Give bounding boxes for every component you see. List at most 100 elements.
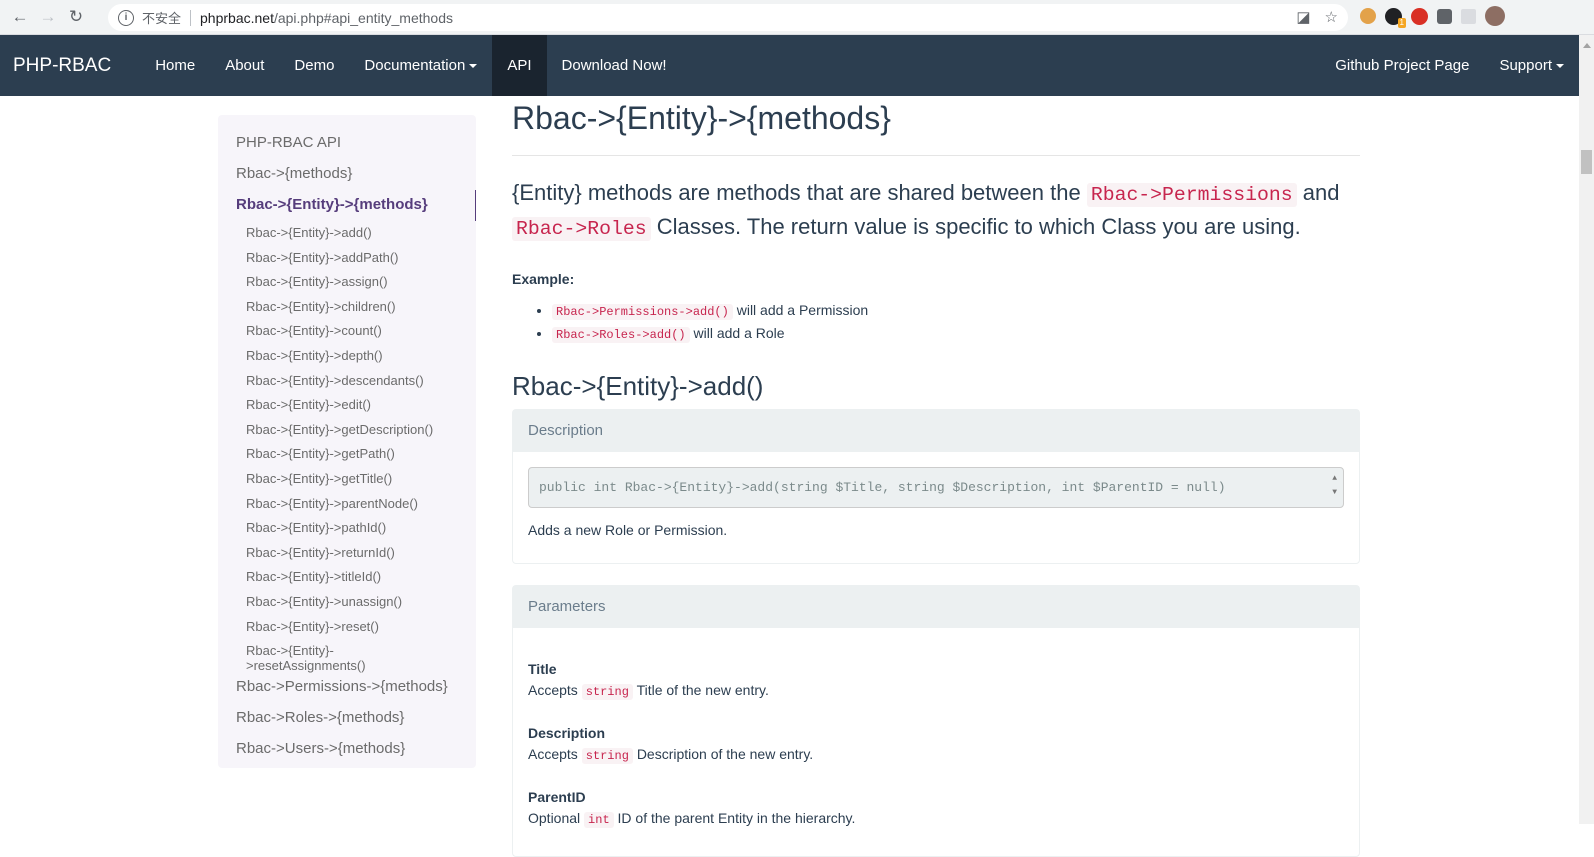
page-scrollbar[interactable] [1579,35,1594,824]
sidebar-subitem[interactable]: Rbac->{Entity}->addPath() [218,246,476,271]
sidebar-subitem[interactable]: Rbac->{Entity}->pathId() [218,516,476,541]
panel-body: public int Rbac->{Entity}->add(string $T… [513,452,1359,563]
signature-code-block[interactable]: public int Rbac->{Entity}->add(string $T… [528,467,1344,508]
avatar[interactable] [1485,6,1505,26]
bookmark-star-icon[interactable]: ☆ [1325,8,1338,26]
sidebar-subitem[interactable]: Rbac->{Entity}->children() [218,295,476,320]
intro-text: Classes. The return value is specific to… [656,214,1301,239]
sidebar-subitem[interactable]: Rbac->{Entity}->getPath() [218,442,476,467]
divider [190,9,192,26]
panel-body: Title Accepts string Title of the new en… [513,628,1359,856]
site-navbar: PHP-RBAC Home About Demo Documentation A… [0,35,1579,96]
sidebar-subitem[interactable]: Rbac->{Entity}->getDescription() [218,418,476,443]
inline-code: Rbac->Permissions->add() [552,304,733,320]
sidebar-subitem[interactable]: Rbac->{Entity}->titleId() [218,565,476,590]
info-icon[interactable]: i [118,9,134,26]
description-text: Adds a new Role or Permission. [528,522,728,538]
sidebar-item-permissions[interactable]: Rbac->Permissions->{methods} [218,672,476,703]
cookie-extension-icon[interactable] [1360,8,1376,24]
sidebar-subitem[interactable]: Rbac->{Entity}->descendants() [218,369,476,394]
nav-demo[interactable]: Demo [279,35,349,96]
reload-icon[interactable]: ↻ [62,3,90,31]
parameter-entry: Description Accepts string Description o… [528,723,1344,767]
sidebar-subitem[interactable]: Rbac->{Entity}->returnId() [218,541,476,566]
main-content: Rbac->{Entity}->{methods} {Entity} metho… [512,96,1360,857]
sidebar-subitem[interactable]: Rbac->{Entity}->depth() [218,344,476,369]
nav-github[interactable]: Github Project Page [1320,35,1484,96]
caret-down-icon [469,63,478,68]
sidebar-subitem[interactable]: Rbac->{Entity}->count() [218,319,476,344]
sidebar-item-roles[interactable]: Rbac->Roles->{methods} [218,703,476,734]
parameter-prefix: Accepts [528,682,578,698]
grid-extension-icon[interactable] [1461,8,1476,24]
panel-heading: Description [513,410,1359,452]
parameters-panel: Parameters Title Accepts string Title of… [512,585,1360,857]
sidebar-subitem[interactable]: Rbac->{Entity}->unassign() [218,590,476,615]
browser-toolbar: ← → ↻ i 不安全 phprbac.net/api.php#api_enti… [0,0,1594,35]
scrollbar-thumb[interactable] [1581,150,1592,174]
section-title: Rbac->{Entity}->add() [512,371,764,401]
intro-text: and [1302,180,1340,205]
intro-paragraph: {Entity} methods are methods that are sh… [512,177,1360,245]
address-bar[interactable]: i 不安全 phprbac.net/api.php#api_entity_met… [108,4,1348,31]
parameter-name: Description [528,725,606,741]
example-label: Example: [512,271,575,287]
parameter-text: Description of the new entry. [636,746,814,762]
parameter-type: string [581,684,633,700]
nav-support-label: Support [1499,57,1552,74]
parameter-type: int [584,812,614,828]
example-list: Rbac->Permissions->add() will add a Perm… [512,300,1360,346]
description-panel: Description public int Rbac->{Entity}->a… [512,409,1360,564]
url-host: phprbac.net [200,9,274,26]
sidebar-subitem[interactable]: Rbac->{Entity}->resetAssignments() [218,639,476,673]
shield-extension-icon[interactable] [1437,8,1452,24]
intro-text: {Entity} methods are methods that are sh… [512,180,1081,205]
nav-api[interactable]: API [492,35,547,96]
nav-about[interactable]: About [210,35,279,96]
api-sidebar: PHP-RBAC API Rbac->{methods} Rbac->{Enti… [218,115,476,768]
nav-documentation-label: Documentation [364,57,466,74]
back-arrow-icon[interactable]: ← [6,3,34,31]
sidebar-item-entity-methods[interactable]: Rbac->{Entity}->{methods} [218,190,476,221]
parameter-name: Title [528,661,557,677]
sidebar-item-methods[interactable]: Rbac->{methods} [218,159,476,190]
adblock-extension-icon[interactable] [1411,7,1428,25]
nav-home[interactable]: Home [140,35,210,96]
parameter-entry: Title Accepts string Title of the new en… [528,659,1344,703]
parameter-prefix: Accepts [528,746,578,762]
nav-support[interactable]: Support [1484,35,1579,96]
panel-heading: Parameters [513,586,1359,628]
sidebar-item-users[interactable]: Rbac->Users->{methods} [218,734,476,765]
inline-code: Rbac->Roles [512,217,651,241]
list-item: Rbac->Permissions->add() will add a Perm… [552,300,1360,323]
inline-code: Rbac->Permissions [1086,183,1297,207]
sidebar-subitem[interactable]: Rbac->{Entity}->getTitle() [218,467,476,492]
scroll-up-icon[interactable] [1583,43,1591,48]
example-text: will add a Permission [736,302,869,318]
sidebar-subitem[interactable]: Rbac->{Entity}->edit() [218,393,476,418]
extension-badge-icon[interactable]: 1 [1385,7,1406,28]
parameter-entry: ParentID Optional int ID of the parent E… [528,787,1344,831]
list-item: Rbac->Roles->add() will add a Role [552,323,1360,346]
sidebar-subitem[interactable]: Rbac->{Entity}->assign() [218,270,476,295]
signature-text: public int Rbac->{Entity}->add(string $T… [539,480,1226,495]
sidebar-subitem[interactable]: Rbac->{Entity}->reset() [218,615,476,640]
parameter-text: Title of the new entry. [636,682,769,698]
code-scroll-arrows-icon[interactable]: ▲ ▼ [1332,472,1337,500]
inline-code: Rbac->Roles->add() [552,327,690,343]
sidebar-subitem[interactable]: Rbac->{Entity}->add() [218,221,476,246]
insecure-label: 不安全 [142,11,182,26]
nav-documentation[interactable]: Documentation [349,35,492,96]
url-path: /api.php#api_entity_methods [273,9,453,26]
page-title: Rbac->{Entity}->{methods} [512,100,1360,156]
nav-download[interactable]: Download Now! [547,35,682,96]
caret-down-icon [1556,63,1564,68]
sidebar-subitem[interactable]: Rbac->{Entity}->parentNode() [218,492,476,517]
brand-logo[interactable]: PHP-RBAC [0,55,140,77]
parameter-name: ParentID [528,789,586,805]
parameter-type: string [581,748,633,764]
forward-arrow-icon[interactable]: → [34,3,62,31]
translate-icon[interactable]: ◪ [1296,8,1310,26]
example-text: will add a Role [693,325,785,341]
sidebar-item-api[interactable]: PHP-RBAC API [218,128,476,159]
